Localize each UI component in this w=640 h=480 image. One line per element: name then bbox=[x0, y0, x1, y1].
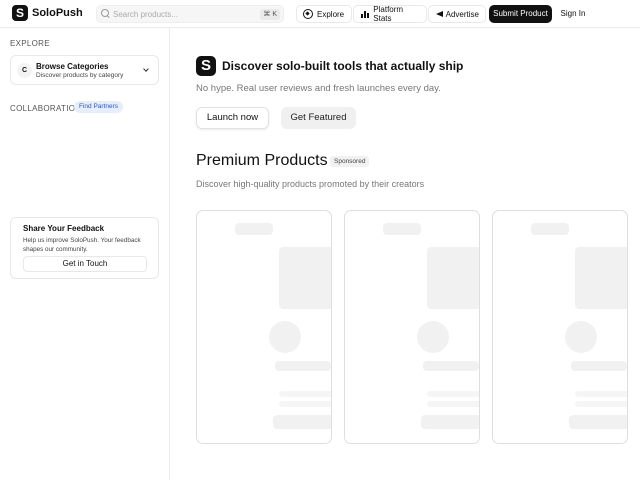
skeleton-image bbox=[427, 247, 479, 309]
advertise-button[interactable]: Advertise bbox=[428, 5, 486, 23]
skeleton-avatar bbox=[565, 321, 597, 353]
skeleton-button bbox=[569, 415, 627, 429]
skeleton-line bbox=[235, 223, 273, 235]
skeleton-line bbox=[423, 361, 479, 371]
explore-section-label: EXPLORE bbox=[10, 39, 50, 48]
brand-logo[interactable]: S SoloPush bbox=[12, 5, 83, 21]
browse-categories-item[interactable]: C Browse Categories Discover products by… bbox=[10, 55, 159, 85]
sponsored-badge: Sponsored bbox=[330, 156, 370, 167]
skeleton-avatar bbox=[269, 321, 301, 353]
skeleton-button bbox=[421, 415, 479, 429]
hero-title: Discover solo-built tools that actually … bbox=[222, 59, 464, 73]
get-featured-button[interactable]: Get Featured bbox=[281, 107, 356, 129]
chevron-down-icon[interactable] bbox=[143, 66, 149, 72]
megaphone-icon bbox=[435, 9, 443, 19]
hero-logo-icon: S bbox=[196, 56, 216, 76]
brand-name: SoloPush bbox=[32, 7, 83, 19]
hero-subtitle: No hype. Real user reviews and fresh lau… bbox=[196, 83, 441, 94]
platform-stats-button[interactable]: Platform Stats bbox=[353, 5, 427, 23]
get-in-touch-button[interactable]: Get in Touch bbox=[23, 256, 147, 272]
product-card-skeleton[interactable] bbox=[344, 210, 480, 444]
explore-button[interactable]: Explore bbox=[296, 5, 352, 23]
skeleton-line bbox=[427, 391, 479, 397]
submit-product-button[interactable]: Submit Product bbox=[489, 5, 552, 23]
browse-categories-subtitle: Discover products by category bbox=[36, 72, 124, 79]
search-input[interactable] bbox=[113, 9, 263, 19]
skeleton-line bbox=[275, 361, 331, 371]
feedback-card: Share Your Feedback Help us improve Solo… bbox=[10, 217, 159, 279]
launch-now-button[interactable]: Launch now bbox=[196, 107, 269, 129]
skeleton-line bbox=[383, 223, 421, 235]
skeleton-line bbox=[279, 391, 331, 397]
explore-label: Explore bbox=[317, 9, 345, 19]
sidebar: EXPLORE C Browse Categories Discover pro… bbox=[0, 28, 170, 480]
skeleton-button bbox=[273, 415, 331, 429]
product-card-skeleton[interactable] bbox=[196, 210, 332, 444]
skeleton-image bbox=[279, 247, 331, 309]
search-icon bbox=[101, 9, 111, 19]
feedback-text: Help us improve SoloPush. Your feedback … bbox=[23, 237, 141, 253]
feedback-title: Share Your Feedback bbox=[23, 224, 105, 233]
skeleton-line bbox=[571, 361, 627, 371]
platform-stats-label: Platform Stats bbox=[373, 5, 404, 23]
sign-in-button[interactable]: Sign In bbox=[558, 5, 588, 23]
premium-products-subtitle: Discover high-quality products promoted … bbox=[196, 179, 425, 189]
skeleton-line bbox=[575, 401, 627, 407]
browse-categories-title: Browse Categories bbox=[36, 62, 109, 71]
search-shortcut: ⌘ K bbox=[260, 9, 280, 20]
compass-icon bbox=[303, 9, 313, 19]
top-header: S SoloPush ⌘ K Explore Platform Stats Ad… bbox=[0, 0, 640, 28]
skeleton-line bbox=[279, 401, 331, 407]
bar-chart-icon bbox=[360, 9, 370, 19]
browse-categories-icon: C bbox=[17, 63, 32, 78]
skeleton-line bbox=[427, 401, 479, 407]
solopush-logo-icon: S bbox=[12, 5, 28, 21]
skeleton-line bbox=[575, 391, 627, 397]
find-partners-link[interactable]: Find Partners bbox=[74, 101, 124, 113]
collaboration-section-label: COLLABORATION bbox=[10, 104, 82, 113]
premium-products-heading: Premium Products bbox=[196, 152, 328, 169]
product-card-skeleton[interactable] bbox=[492, 210, 628, 444]
skeleton-avatar bbox=[417, 321, 449, 353]
advertise-label: Advertise bbox=[445, 9, 479, 19]
skeleton-line bbox=[531, 223, 569, 235]
skeleton-image bbox=[575, 247, 627, 309]
search-bar[interactable]: ⌘ K bbox=[96, 5, 284, 23]
